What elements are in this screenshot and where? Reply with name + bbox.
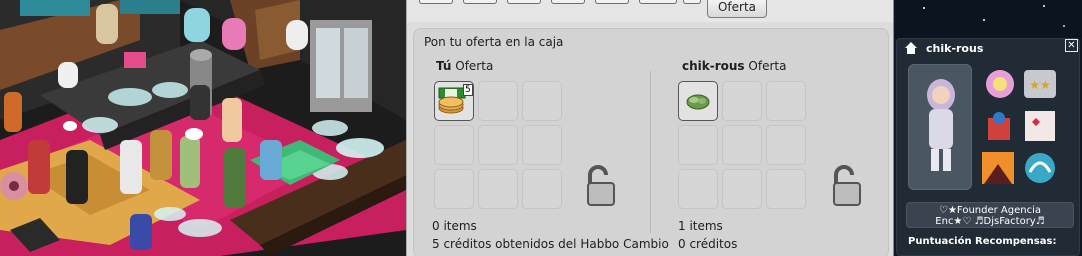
trade-window: Oferta Pon tu oferta en la caja Tú Ofert…: [406, 0, 894, 256]
your-offer-slot[interactable]: [478, 81, 518, 121]
your-offer-grid: 5: [434, 81, 566, 211]
pink-flower-badge-icon: [986, 70, 1014, 98]
your-offer-title: Tú Oferta: [436, 59, 493, 73]
slot-quantity-badge: 5: [463, 84, 473, 96]
your-offer-slot[interactable]: [522, 125, 562, 165]
other-offer-title: chik-rous Oferta: [682, 59, 786, 73]
motto-line-2: Enc★♡ ♬DjsFactory♬: [935, 216, 1045, 227]
your-offer-slot[interactable]: [434, 169, 474, 209]
room-scene: [0, 0, 406, 256]
profile-motto: ♡★Founder Agencia Enc★♡ ♬DjsFactory♬: [906, 202, 1074, 228]
top-slot[interactable]: [419, 0, 453, 4]
other-offer-slot[interactable]: [722, 81, 762, 121]
profile-avatar: [908, 64, 972, 190]
your-offer-slot[interactable]: [478, 125, 518, 165]
motto-line-1: ♡★Founder Agencia: [939, 205, 1041, 216]
other-offer-label: Oferta: [748, 59, 787, 73]
other-credits-summary: 0 créditos: [678, 237, 738, 251]
trade-instruction: Pon tu oferta en la caja: [424, 35, 564, 49]
top-slot[interactable]: [683, 0, 701, 4]
stars-badge-icon: ★★: [1024, 70, 1056, 98]
rewards-score-label: Puntuación Recompensas:: [908, 236, 1057, 247]
night-sky-background: [894, 0, 1082, 38]
other-offer-slot[interactable]: [678, 169, 718, 209]
your-offer-slot[interactable]: [522, 81, 562, 121]
trophy-badge-icon: [988, 112, 1010, 140]
close-icon[interactable]: ✕: [1065, 39, 1078, 52]
your-offer-slot[interactable]: [522, 169, 562, 209]
other-offer-slot[interactable]: [722, 169, 762, 209]
love-note-badge-icon: [1025, 111, 1055, 141]
top-slot[interactable]: [595, 0, 629, 4]
other-offer-slot[interactable]: [766, 81, 806, 121]
other-offer-slot[interactable]: [766, 125, 806, 165]
your-offer-label: Oferta: [455, 59, 494, 73]
home-icon[interactable]: [905, 42, 917, 54]
volcano-badge-icon: [982, 152, 1014, 184]
game-room-view[interactable]: [0, 0, 406, 256]
offer-panel: Pon tu oferta en la caja Tú Oferta 5 0 i…: [413, 28, 889, 256]
other-user-name: chik-rous: [682, 59, 745, 73]
offer-divider: [650, 71, 651, 233]
your-credits-summary: 5 créditos obtenidos del Habbo Cambio: [432, 237, 669, 251]
top-slot[interactable]: [463, 0, 497, 4]
your-item-count: 0 items: [432, 219, 477, 233]
your-offer-slot-credits[interactable]: 5: [434, 81, 474, 121]
your-name: Tú: [436, 59, 452, 73]
top-slot[interactable]: [551, 0, 585, 4]
top-slot[interactable]: [507, 0, 541, 4]
other-offer-grid: [678, 81, 810, 211]
your-offer-slot[interactable]: [434, 125, 474, 165]
other-offer-slot[interactable]: [766, 169, 806, 209]
other-item-count: 1 items: [678, 219, 723, 233]
top-slot[interactable]: [639, 0, 677, 4]
dragon-badge-icon: [1025, 153, 1055, 183]
other-offer-slot[interactable]: [678, 125, 718, 165]
other-offer-slot-item[interactable]: [678, 81, 718, 121]
avatar-figure: [927, 79, 955, 171]
trade-top-bar: Oferta: [407, 0, 893, 22]
unlocked-padlock-icon: [587, 165, 615, 206]
profile-panel: chik-rous ✕ ★★ ♡★Founder Agencia Enc★♡ ♬…: [894, 0, 1082, 256]
other-offer-slot[interactable]: [722, 125, 762, 165]
offer-button[interactable]: Oferta: [707, 0, 767, 18]
svg-text:★★: ★★: [1029, 78, 1051, 92]
plant-item-icon: [686, 94, 710, 110]
unlocked-padlock-icon: [833, 165, 861, 206]
your-offer-slot[interactable]: [478, 169, 518, 209]
profile-username: chik-rous: [926, 42, 984, 55]
